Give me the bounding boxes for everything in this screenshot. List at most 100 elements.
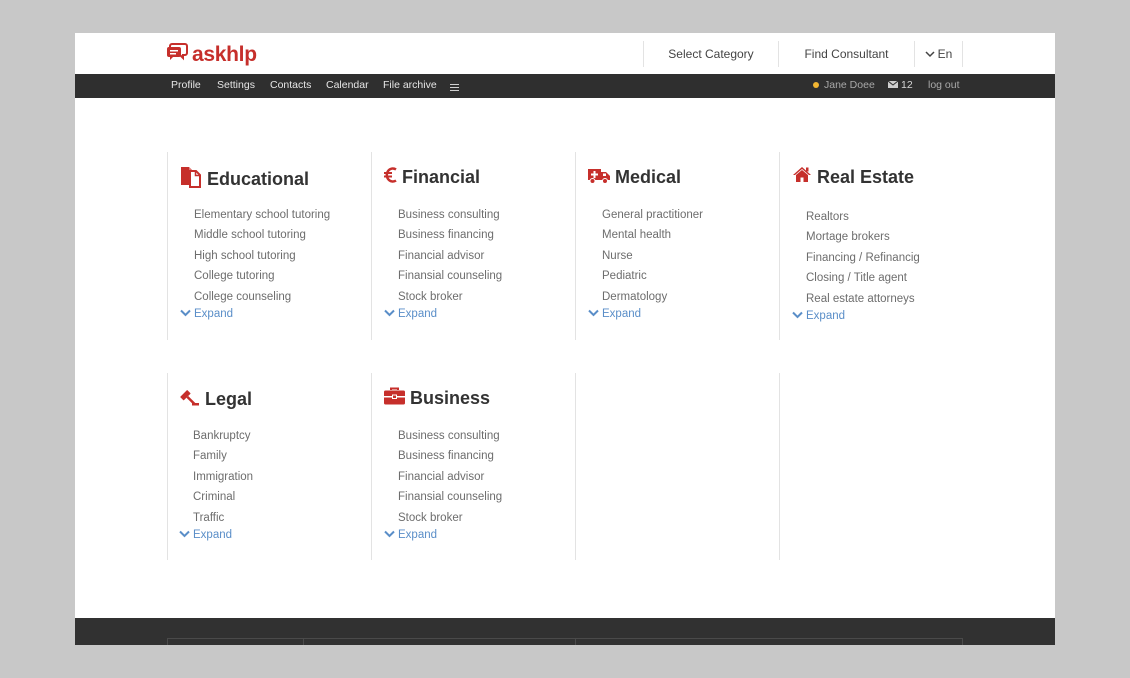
list-item[interactable]: Financial advisor xyxy=(398,467,502,487)
list-item[interactable]: Pediatric xyxy=(602,266,703,286)
list-item[interactable]: Stock broker xyxy=(398,287,502,307)
chevron-down-icon xyxy=(925,47,935,61)
select-category-link[interactable]: Select Category xyxy=(643,41,779,67)
online-status-icon xyxy=(813,82,819,88)
chat-bubbles-icon xyxy=(166,43,188,66)
list-item[interactable]: Traffic xyxy=(193,508,253,528)
messages-button[interactable]: 12 xyxy=(887,79,913,91)
category-real-estate: Real Estate Realtors Mortage brokers Fin… xyxy=(779,152,983,340)
chevron-down-icon xyxy=(180,308,191,320)
category-header[interactable]: Business xyxy=(384,387,490,410)
header: askhlp Select Category Find Consultant E… xyxy=(75,33,1055,74)
expand-button[interactable]: Expand xyxy=(384,308,437,320)
list-item[interactable]: Closing / Title agent xyxy=(806,268,920,288)
empty-column-divider xyxy=(779,373,983,560)
list-item[interactable]: General practitioner xyxy=(602,205,703,225)
top-nav-bar: Profile Settings Contacts Calendar File … xyxy=(75,74,1055,98)
chevron-down-icon xyxy=(588,308,599,320)
list-item[interactable]: Mental health xyxy=(602,225,703,245)
nav-file-archive[interactable]: File archive xyxy=(383,79,437,91)
nav-calendar[interactable]: Calendar xyxy=(326,79,369,91)
euro-icon xyxy=(384,166,397,189)
list-item[interactable]: Family xyxy=(193,446,253,466)
category-title: Financial xyxy=(402,167,481,187)
list-item[interactable]: Mortage brokers xyxy=(806,227,920,247)
list-item[interactable]: Nurse xyxy=(602,246,703,266)
category-educational: Educational Elementary school tutoring M… xyxy=(167,152,371,340)
list-item[interactable]: Financial advisor xyxy=(398,246,502,266)
category-title: Real Estate xyxy=(817,166,915,187)
category-list: Business consulting Business financing F… xyxy=(398,205,502,307)
category-list: Elementary school tutoring Middle school… xyxy=(194,205,330,307)
category-header[interactable]: Legal xyxy=(180,387,252,412)
category-header[interactable]: Real Estate xyxy=(792,166,914,188)
expand-label: Expand xyxy=(194,308,234,320)
category-title: Legal xyxy=(205,389,253,409)
list-item[interactable]: High school tutoring xyxy=(194,246,330,266)
menu-icon[interactable] xyxy=(450,81,459,91)
list-item[interactable]: Dermatology xyxy=(602,287,703,307)
expand-label: Expand xyxy=(602,308,642,320)
expand-button[interactable]: Expand xyxy=(384,529,437,541)
chevron-down-icon xyxy=(792,310,803,322)
list-item[interactable]: College counseling xyxy=(194,287,330,307)
house-icon xyxy=(792,166,812,188)
expand-button[interactable]: Expand xyxy=(180,308,233,320)
footer-divider xyxy=(575,638,963,645)
list-item[interactable]: Bankruptcy xyxy=(193,426,253,446)
page: askhlp Select Category Find Consultant E… xyxy=(75,33,1055,645)
list-item[interactable]: Criminal xyxy=(193,487,253,507)
list-item[interactable]: Elementary school tutoring xyxy=(194,205,330,225)
list-item[interactable]: Finansial counseling xyxy=(398,266,502,286)
expand-button[interactable]: Expand xyxy=(179,529,232,541)
empty-column-divider xyxy=(575,373,779,560)
list-item[interactable]: Immigration xyxy=(193,467,253,487)
user-status[interactable]: Jane Doee xyxy=(813,79,875,91)
language-label: En xyxy=(937,47,953,61)
expand-label: Expand xyxy=(806,310,846,322)
list-item[interactable]: Realtors xyxy=(806,207,920,227)
list-item[interactable]: Business consulting xyxy=(398,205,502,225)
category-header[interactable]: Financial xyxy=(384,166,480,189)
category-list: Bankruptcy Family Immigration Criminal T… xyxy=(193,426,253,528)
expand-button[interactable]: Expand xyxy=(792,310,845,322)
list-item[interactable]: Real estate attorneys xyxy=(806,289,920,309)
gavel-icon xyxy=(180,387,200,412)
nav-profile[interactable]: Profile xyxy=(171,79,201,91)
category-title: Medical xyxy=(615,167,682,187)
language-selector[interactable]: En xyxy=(915,41,963,67)
category-title: Educational xyxy=(207,169,310,189)
nav-contacts[interactable]: Contacts xyxy=(270,79,311,91)
footer xyxy=(75,618,1055,645)
category-medical: Medical General practitioner Mental heal… xyxy=(575,152,779,340)
category-list: Business consulting Business financing F… xyxy=(398,426,502,528)
list-item[interactable]: Financing / Refinancig xyxy=(806,248,920,268)
nav-settings[interactable]: Settings xyxy=(217,79,255,91)
list-item[interactable]: Business financing xyxy=(398,225,502,245)
list-item[interactable]: Business financing xyxy=(398,446,502,466)
list-item[interactable]: Business consulting xyxy=(398,426,502,446)
category-business: Business Business consulting Business fi… xyxy=(371,373,575,560)
category-title: Business xyxy=(410,388,491,408)
expand-label: Expand xyxy=(193,529,233,541)
messages-count: 12 xyxy=(901,79,913,91)
chevron-down-icon xyxy=(384,529,395,541)
category-header[interactable]: Educational xyxy=(180,166,309,193)
logout-link[interactable]: log out xyxy=(928,79,960,91)
chevron-down-icon xyxy=(384,308,395,320)
category-header[interactable]: Medical xyxy=(588,166,681,189)
list-item[interactable]: College tutoring xyxy=(194,266,330,286)
list-item[interactable]: Finansial counseling xyxy=(398,487,502,507)
brand-name: askhlp xyxy=(192,43,257,66)
footer-divider xyxy=(167,638,303,645)
expand-label: Expand xyxy=(398,529,438,541)
find-consultant-link[interactable]: Find Consultant xyxy=(779,41,915,67)
logo[interactable]: askhlp xyxy=(166,43,257,66)
expand-button[interactable]: Expand xyxy=(588,308,641,320)
category-list: Realtors Mortage brokers Financing / Ref… xyxy=(806,207,920,309)
category-list: General practitioner Mental health Nurse… xyxy=(602,205,703,307)
expand-label: Expand xyxy=(398,308,438,320)
list-item[interactable]: Middle school tutoring xyxy=(194,225,330,245)
ambulance-icon xyxy=(588,166,610,189)
list-item[interactable]: Stock broker xyxy=(398,508,502,528)
